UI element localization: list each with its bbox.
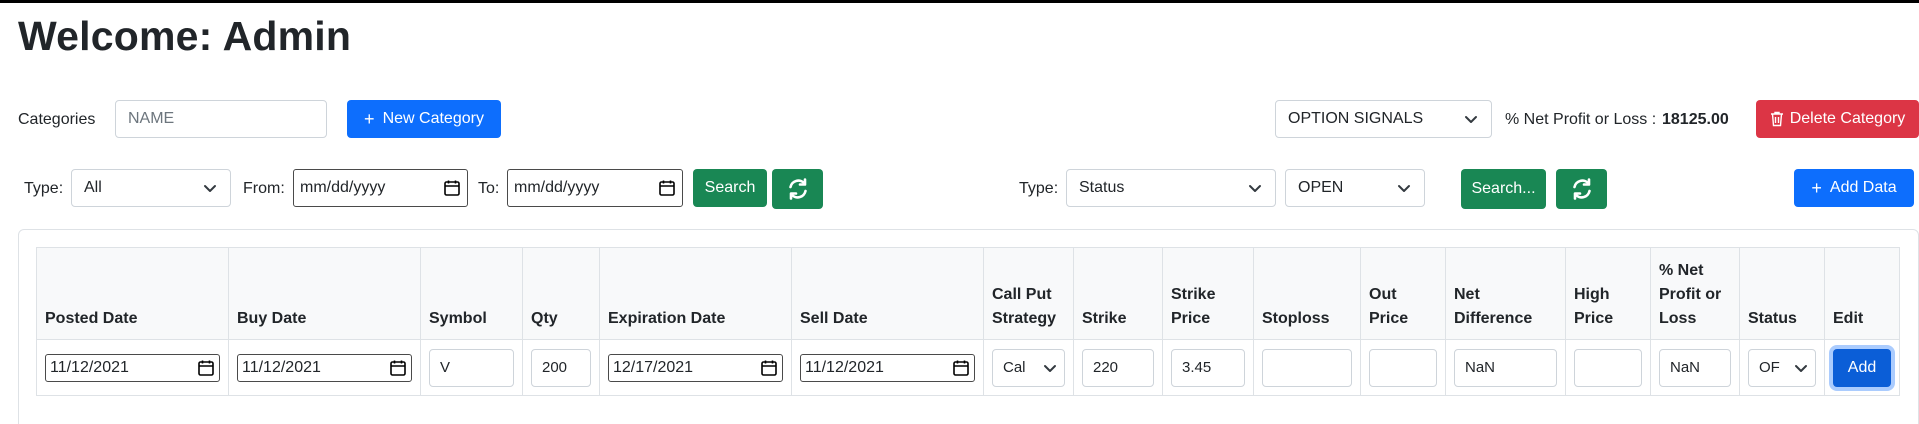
expiration-date-input[interactable]: 12/17/2021 — [608, 353, 783, 382]
categories-label: Categories — [18, 111, 96, 128]
header-posted-date: Posted Date — [36, 247, 229, 340]
search-button-right[interactable]: Search... — [1461, 169, 1546, 209]
plus-icon: + — [364, 108, 375, 129]
header-qty: Qty — [522, 247, 600, 340]
category-name-input[interactable]: NAME — [115, 100, 327, 138]
category-select-value: OPTION SIGNALS — [1288, 110, 1424, 127]
table-row: 11/12/2021 11/12/2021 V 200 12/17/2021 1… — [36, 339, 1900, 396]
plus-icon: + — [1811, 177, 1822, 198]
strike-value: 220 — [1093, 359, 1119, 376]
buy-date-input[interactable]: 11/12/2021 — [237, 353, 412, 382]
from-date-value: mm/dd/yyyy — [300, 179, 386, 196]
calendar-icon[interactable] — [760, 359, 778, 377]
qty-input[interactable]: 200 — [531, 348, 591, 387]
posted-date-value: 11/12/2021 — [50, 358, 129, 376]
symbol-value: V — [440, 359, 451, 376]
type-select-left-value: All — [84, 179, 102, 196]
calendar-icon[interactable] — [658, 179, 676, 197]
status-row-value: OF — [1759, 359, 1780, 376]
refresh-icon — [788, 178, 807, 200]
chevron-down-icon — [1465, 116, 1477, 123]
type-select-left[interactable]: All — [71, 169, 231, 207]
to-date-value: mm/dd/yyyy — [514, 179, 600, 196]
strategy-select[interactable]: Cal — [992, 348, 1065, 387]
header-net-profit: % Net Profit or Loss — [1650, 247, 1740, 340]
header-strategy: Call Put Strategy — [983, 247, 1074, 340]
category-select[interactable]: OPTION SIGNALS — [1275, 100, 1492, 138]
delete-category-label: Delete Category — [1789, 110, 1906, 127]
sell-date-input[interactable]: 11/12/2021 — [800, 353, 975, 382]
header-strike-price: Strike Price — [1162, 247, 1254, 340]
type-label-right: Type: — [1019, 180, 1059, 197]
net-profit-value: 18125.00 — [1662, 111, 1729, 128]
add-data-label: Add Data — [1829, 179, 1897, 196]
header-symbol: Symbol — [420, 247, 523, 340]
refresh-button-left[interactable] — [772, 169, 823, 209]
category-name-placeholder: NAME — [128, 110, 175, 127]
chevron-down-icon — [1249, 185, 1261, 192]
buy-date-value: 11/12/2021 — [242, 358, 321, 376]
header-strike: Strike — [1073, 247, 1163, 340]
header-edit: Edit — [1824, 247, 1900, 340]
to-label: To: — [478, 180, 500, 197]
strategy-value: Cal — [1003, 359, 1026, 376]
chevron-down-icon — [1795, 364, 1807, 372]
calendar-icon[interactable] — [197, 359, 215, 377]
net-profit-cell-value: NaN — [1670, 359, 1701, 376]
status-select-value: OPEN — [1298, 179, 1344, 196]
symbol-input[interactable]: V — [429, 348, 514, 387]
out-price-input[interactable] — [1369, 348, 1437, 387]
page-title: Welcome: Admin — [18, 13, 352, 59]
delete-category-button[interactable]: Delete Category — [1756, 100, 1919, 138]
qty-value: 200 — [542, 359, 568, 376]
refresh-icon — [1572, 178, 1591, 200]
table-header-row: Posted Date Buy Date Symbol Qty Expirati… — [36, 247, 1900, 340]
to-date-input[interactable]: mm/dd/yyyy — [507, 169, 683, 207]
new-category-label: New Category — [382, 110, 484, 127]
header-stoploss: Stoploss — [1253, 247, 1361, 340]
net-difference-input[interactable]: NaN — [1454, 348, 1557, 387]
net-profit-input[interactable]: NaN — [1659, 348, 1731, 387]
strike-price-value: 3.45 — [1182, 359, 1212, 376]
type-select-right[interactable]: Status — [1066, 169, 1276, 207]
stoploss-input[interactable] — [1262, 348, 1352, 387]
header-status: Status — [1739, 247, 1825, 340]
expiration-date-value: 12/17/2021 — [613, 358, 694, 376]
sell-date-value: 11/12/2021 — [805, 358, 884, 376]
chevron-down-icon — [204, 185, 216, 192]
type-label-left: Type: — [24, 180, 64, 197]
calendar-icon[interactable] — [443, 179, 461, 197]
from-date-input[interactable]: mm/dd/yyyy — [293, 169, 468, 207]
status-select[interactable]: OPEN — [1285, 169, 1425, 207]
header-buy-date: Buy Date — [228, 247, 421, 340]
new-category-button[interactable]: + New Category — [347, 100, 501, 138]
strike-input[interactable]: 220 — [1082, 348, 1154, 387]
add-row-button[interactable]: Add — [1833, 348, 1891, 387]
chevron-down-icon — [1044, 364, 1056, 372]
header-high-price: High Price — [1565, 247, 1651, 340]
chevron-down-icon — [1398, 185, 1410, 192]
signals-table: Posted Date Buy Date Symbol Qty Expirati… — [36, 247, 1900, 396]
trash-icon — [1770, 111, 1783, 127]
strike-price-input[interactable]: 3.45 — [1171, 348, 1245, 387]
search-button-left[interactable]: Search — [693, 169, 767, 207]
type-select-right-value: Status — [1079, 179, 1125, 196]
header-out-price: Out Price — [1360, 247, 1446, 340]
header-net-difference: Net Difference — [1445, 247, 1566, 340]
header-sell-date: Sell Date — [791, 247, 984, 340]
calendar-icon[interactable] — [952, 359, 970, 377]
calendar-icon[interactable] — [389, 359, 407, 377]
from-label: From: — [243, 180, 285, 197]
status-row-select[interactable]: OF — [1748, 348, 1816, 387]
add-data-button[interactable]: + Add Data — [1794, 169, 1914, 207]
posted-date-input[interactable]: 11/12/2021 — [45, 353, 220, 382]
header-expiration-date: Expiration Date — [599, 247, 792, 340]
high-price-input[interactable] — [1574, 348, 1642, 387]
net-profit-label: % Net Profit or Loss : — [1505, 111, 1657, 128]
refresh-button-right[interactable] — [1556, 169, 1607, 209]
net-difference-value: NaN — [1465, 359, 1496, 376]
